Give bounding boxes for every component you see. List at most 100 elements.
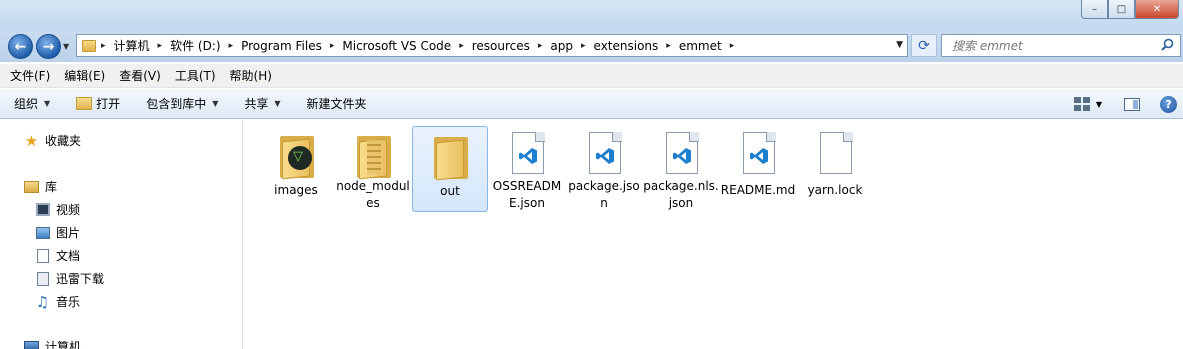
breadcrumb-separator[interactable]: ▸ bbox=[454, 41, 469, 51]
breadcrumb-separator[interactable]: ▸ bbox=[725, 41, 740, 51]
window-controls: – □ ✕ bbox=[1081, 0, 1179, 19]
minimize-button[interactable]: – bbox=[1081, 0, 1108, 19]
menu-edit[interactable]: 编辑(E) bbox=[64, 67, 105, 84]
nav-pictures-label: 图片 bbox=[56, 226, 81, 240]
include-in-library-button[interactable]: 包含到库中 ▼ bbox=[146, 95, 218, 112]
new-folder-button[interactable]: 新建文件夹 bbox=[307, 95, 367, 112]
video-icon bbox=[35, 203, 50, 217]
file-item-readme-md[interactable]: README.md bbox=[720, 126, 796, 212]
breadcrumb-app[interactable]: app bbox=[547, 39, 576, 53]
menu-help[interactable]: 帮助(H) bbox=[230, 67, 272, 84]
file-name: node_modules bbox=[336, 179, 410, 210]
nav-videos[interactable]: 视频 bbox=[35, 201, 80, 218]
nav-libraries[interactable]: 库 bbox=[24, 178, 57, 195]
nav-videos-label: 视频 bbox=[56, 203, 81, 217]
download-icon bbox=[35, 271, 50, 286]
chevron-down-icon: ▼ bbox=[274, 99, 281, 108]
back-button[interactable]: ← bbox=[8, 34, 33, 59]
close-button[interactable]: ✕ bbox=[1135, 0, 1179, 19]
vscode-file-icon bbox=[580, 130, 628, 176]
folder-icon bbox=[349, 130, 397, 180]
computer-icon bbox=[24, 340, 39, 349]
search-box[interactable]: 搜索 emmet bbox=[941, 34, 1181, 57]
folder-icon bbox=[82, 39, 96, 52]
address-bar[interactable]: ▸ 计算机 ▸ 软件 (D:) ▸ Program Files ▸ Micros… bbox=[76, 34, 908, 57]
breadcrumb-separator[interactable]: ▸ bbox=[661, 41, 676, 51]
search-input[interactable]: 搜索 emmet bbox=[952, 37, 1023, 54]
blank-file-icon bbox=[811, 130, 859, 180]
picture-icon bbox=[35, 226, 50, 240]
nav-pictures[interactable]: 图片 bbox=[35, 224, 80, 241]
vscode-file-icon bbox=[734, 130, 782, 180]
view-options-dropdown-icon[interactable]: ▼ bbox=[1096, 100, 1102, 109]
file-item-images[interactable]: images bbox=[258, 126, 334, 212]
vscode-file-icon bbox=[503, 130, 551, 176]
search-icon[interactable] bbox=[1161, 38, 1174, 51]
file-item-out[interactable]: out bbox=[412, 126, 488, 212]
title-bar: – □ ✕ bbox=[0, 0, 1183, 30]
folder-icon bbox=[272, 130, 320, 180]
breadcrumb-drive-d[interactable]: 软件 (D:) bbox=[167, 37, 223, 54]
file-item-package-nls-json[interactable]: package.nls.json bbox=[643, 126, 719, 212]
folder-icon bbox=[426, 131, 474, 181]
breadcrumb-separator[interactable]: ▸ bbox=[533, 41, 548, 51]
nav-thunder-downloads[interactable]: 迅雷下载 bbox=[35, 270, 104, 287]
open-label: 打开 bbox=[96, 97, 121, 111]
refresh-button[interactable]: ⟳ bbox=[911, 34, 937, 57]
breadcrumb-resources[interactable]: resources bbox=[469, 39, 533, 53]
breadcrumb-separator[interactable]: ▸ bbox=[576, 41, 591, 51]
chevron-down-icon: ▼ bbox=[212, 99, 219, 108]
menu-view[interactable]: 查看(V) bbox=[119, 67, 161, 84]
breadcrumb-computer[interactable]: 计算机 bbox=[111, 37, 153, 54]
breadcrumb-separator[interactable]: ▸ bbox=[224, 41, 239, 51]
recent-pages-dropdown-icon[interactable]: ▼ bbox=[63, 42, 73, 52]
navigation-pane: ★ 收藏夹 库 视频 图片 文档 迅雷下载 ♫ 音乐 计算机 bbox=[0, 120, 243, 349]
nav-computer-label: 计算机 bbox=[45, 340, 82, 349]
nav-music-label: 音乐 bbox=[56, 295, 81, 309]
change-view-icon[interactable] bbox=[1073, 97, 1090, 111]
command-bar: 组织 ▼ 打开 包含到库中 ▼ 共享 ▼ 新建文件夹 ▼ ? bbox=[0, 89, 1183, 119]
file-item-package-json[interactable]: package.json bbox=[566, 126, 642, 212]
nav-music[interactable]: ♫ 音乐 bbox=[35, 292, 81, 311]
file-item-node-modules[interactable]: node_modules bbox=[335, 126, 411, 212]
menu-tools[interactable]: 工具(T) bbox=[175, 67, 216, 84]
breadcrumb-vs-code[interactable]: Microsoft VS Code bbox=[339, 39, 454, 53]
organize-button[interactable]: 组织 ▼ bbox=[14, 95, 50, 112]
nav-documents[interactable]: 文档 bbox=[35, 247, 80, 264]
nav-favorites[interactable]: ★ 收藏夹 bbox=[24, 132, 82, 150]
file-name: OSSREADME.json bbox=[492, 179, 562, 210]
nav-favorites-label: 收藏夹 bbox=[45, 134, 82, 148]
file-name: README.md bbox=[720, 183, 796, 197]
open-button[interactable]: 打开 bbox=[76, 95, 120, 112]
forward-button[interactable]: → bbox=[36, 34, 61, 59]
library-icon bbox=[24, 180, 39, 194]
breadcrumb-extensions[interactable]: extensions bbox=[591, 39, 662, 53]
maximize-button[interactable]: □ bbox=[1108, 0, 1135, 19]
document-icon bbox=[35, 248, 50, 263]
file-name: package.json bbox=[568, 179, 640, 210]
address-dropdown-icon[interactable]: ▼ bbox=[896, 40, 903, 50]
menu-file[interactable]: 文件(F) bbox=[10, 67, 50, 84]
open-folder-icon bbox=[76, 97, 93, 110]
file-item-ossreadme-json[interactable]: OSSREADME.json bbox=[489, 126, 565, 212]
file-name: package.nls.json bbox=[643, 179, 719, 210]
file-list: images node_modules out OSSREADME.json p… bbox=[244, 120, 1183, 349]
breadcrumb-separator[interactable]: ▸ bbox=[325, 41, 340, 51]
new-folder-label: 新建文件夹 bbox=[306, 97, 367, 111]
help-icon[interactable]: ? bbox=[1160, 95, 1177, 113]
breadcrumb-emmet[interactable]: emmet bbox=[676, 39, 725, 53]
share-label: 共享 bbox=[244, 97, 269, 111]
view-controls: ▼ ? bbox=[1073, 89, 1183, 119]
breadcrumb-program-files[interactable]: Program Files bbox=[238, 39, 325, 53]
preview-pane-icon[interactable] bbox=[1124, 97, 1140, 111]
include-label: 包含到库中 bbox=[146, 97, 207, 111]
nav-computer[interactable]: 计算机 bbox=[24, 338, 81, 349]
organize-label: 组织 bbox=[14, 97, 39, 111]
vscode-file-icon bbox=[657, 130, 705, 176]
music-note-icon: ♫ bbox=[35, 292, 50, 311]
breadcrumb-separator[interactable]: ▸ bbox=[96, 41, 111, 51]
share-button[interactable]: 共享 ▼ bbox=[244, 95, 280, 112]
file-item-yarn-lock[interactable]: yarn.lock bbox=[797, 126, 873, 212]
breadcrumb-separator[interactable]: ▸ bbox=[153, 41, 168, 51]
nav-documents-label: 文档 bbox=[56, 249, 81, 263]
